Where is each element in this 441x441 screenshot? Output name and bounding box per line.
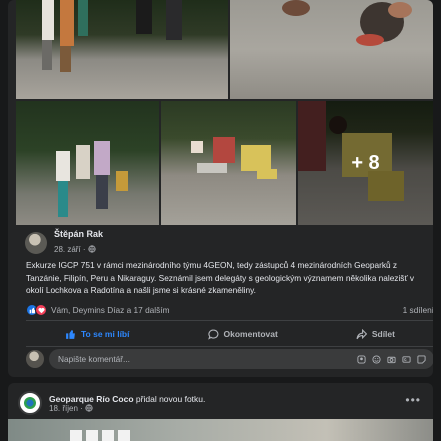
reactions-text[interactable]: Vám, Deymins Díaz a 17 dalším: [51, 305, 170, 315]
comment-button[interactable]: Okomentovat: [207, 329, 278, 340]
like-button[interactable]: To se mi líbí: [65, 329, 130, 340]
post-photo-5[interactable]: + 8: [298, 101, 433, 225]
gif-icon[interactable]: [402, 355, 411, 364]
more-photos-overlay[interactable]: + 8: [298, 101, 433, 225]
page-name[interactable]: Geoparque Río Coco: [49, 394, 134, 404]
post-actions: To se mi líbí Okomentovat Sdílet: [26, 323, 433, 345]
author-avatar[interactable]: [25, 232, 47, 254]
globe-icon: [88, 245, 96, 253]
globe-icon: [85, 403, 93, 412]
post-header: Štěpán Rak 28. září ·: [25, 229, 103, 256]
next-post-date[interactable]: 18. říjen: [49, 404, 78, 413]
comment-icon: [207, 329, 218, 340]
emoji-icon[interactable]: [372, 354, 381, 364]
post-action-text: přidal novou fotku.: [135, 393, 206, 404]
shares-count[interactable]: 1 sdílení: [403, 305, 433, 315]
share-icon: [356, 328, 367, 339]
like-label: To se mi líbí: [81, 329, 130, 339]
sticker-icon[interactable]: [417, 354, 426, 364]
next-post-card: Geoparque Río Coco přidal novou fotku. 1…: [8, 383, 433, 441]
post-date[interactable]: 28. září ·: [54, 245, 96, 254]
share-label: Sdílet: [371, 329, 395, 339]
divider: [26, 320, 433, 321]
page-logo[interactable]: [18, 391, 42, 415]
post-date-text[interactable]: 28. září: [54, 245, 81, 254]
person-crouching-image: [282, 0, 412, 46]
comment-input[interactable]: Napište komentář...: [49, 349, 433, 369]
post-photo-4[interactable]: [161, 101, 296, 225]
post-text: Exkurze IGCP 751 v rámci mezinárodního t…: [26, 260, 415, 295]
comment-placeholder: Napište komentář...: [58, 354, 130, 364]
divider: [26, 346, 433, 347]
post-photo-1[interactable]: [16, 0, 228, 99]
thumbs-up-icon: [66, 329, 75, 339]
next-post-photo[interactable]: [8, 419, 433, 441]
people-group-image: [42, 0, 182, 72]
people-kneeling-image: [191, 137, 277, 179]
author-name[interactable]: Štěpán Rak: [54, 229, 103, 239]
more-photos-count: + 8: [351, 151, 380, 174]
people-standing-image: [56, 141, 128, 217]
post-photo-2[interactable]: [230, 0, 433, 99]
comment-label: Okomentovat: [223, 329, 278, 339]
comment-composer: Napište komentář...: [26, 349, 433, 369]
more-options-button[interactable]: •••: [405, 393, 421, 407]
love-reaction-icon: [35, 304, 47, 316]
post-card: + 8 Štěpán Rak 28. září · Exkurze IGCP 7…: [8, 0, 433, 377]
camera-icon[interactable]: [387, 355, 396, 364]
user-avatar[interactable]: [26, 350, 44, 368]
reactions-summary[interactable]: Vám, Deymins Díaz a 17 dalším 1 sdílení: [26, 302, 433, 318]
avatar-sticker-icon[interactable]: [357, 354, 366, 364]
share-button[interactable]: Sdílet: [356, 328, 395, 340]
post-photo-3[interactable]: [16, 101, 159, 225]
photo-partial-text-graphic: [70, 424, 130, 441]
next-post-header: Geoparque Río Coco přidal novou fotku. 1…: [18, 391, 205, 415]
